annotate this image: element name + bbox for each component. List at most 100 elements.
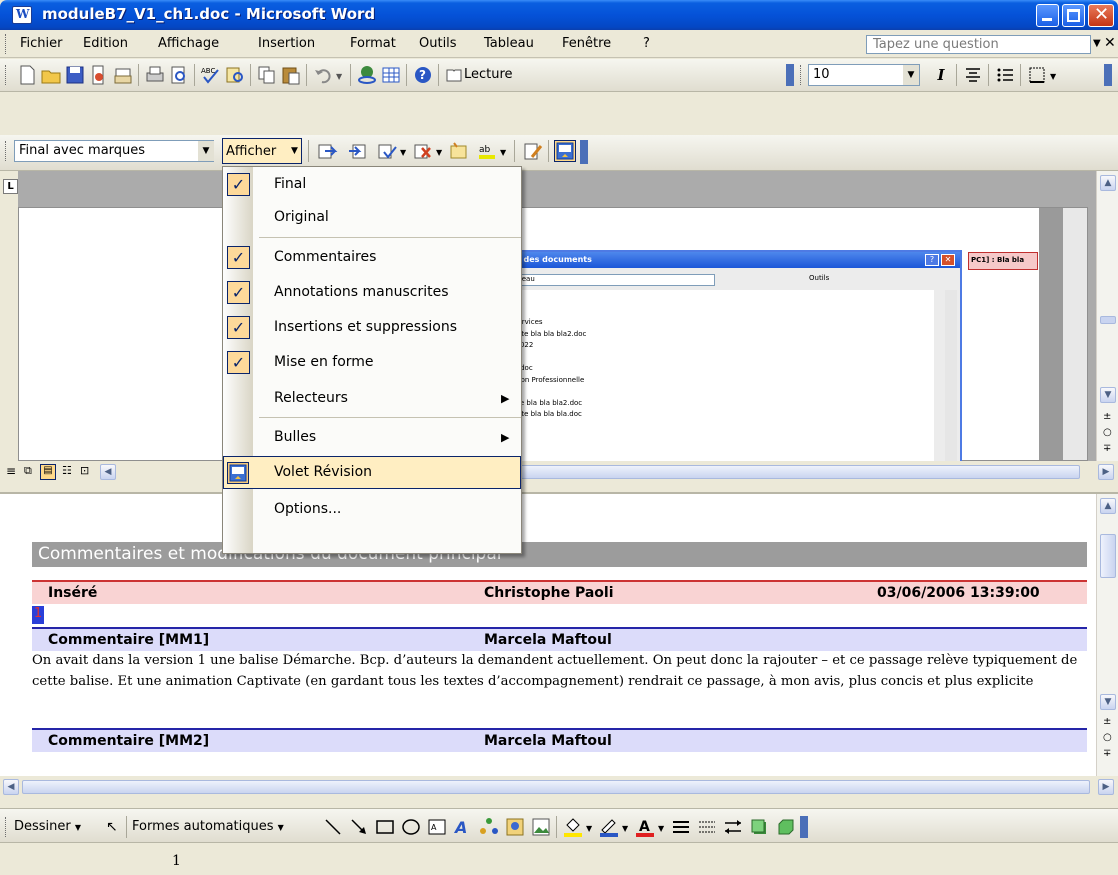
scroll-up-icon[interactable]: ▲ xyxy=(1100,175,1116,191)
line-color-icon[interactable] xyxy=(598,816,620,838)
afficher-menu-button[interactable]: Afficher ▼ xyxy=(222,138,302,164)
previous-change-icon[interactable] xyxy=(316,140,338,162)
line-style-icon[interactable] xyxy=(670,816,692,838)
inserted-marker[interactable]: 1 xyxy=(32,606,44,624)
scroll-down-icon[interactable]: ▼ xyxy=(1100,387,1116,403)
menu-item-insertions-suppressions[interactable]: ✓ Insertions et suppressions xyxy=(223,311,521,344)
help-icon[interactable]: ? xyxy=(412,64,434,86)
reading-view-icon[interactable]: ⊡ xyxy=(80,464,89,477)
undo-icon[interactable] xyxy=(312,64,334,86)
menu-item-bulles[interactable]: Bulles ▶ xyxy=(223,421,521,454)
reject-dropdown-icon[interactable]: ▼ xyxy=(436,148,442,157)
shadow-style-icon[interactable] xyxy=(748,816,770,838)
italic-icon[interactable]: I xyxy=(930,64,952,86)
print-icon[interactable] xyxy=(144,64,166,86)
next-change-icon[interactable] xyxy=(346,140,368,162)
toolbar-grip[interactable] xyxy=(5,141,8,161)
line-color-dropdown-icon[interactable]: ▼ xyxy=(622,824,628,833)
comment-balloon[interactable]: PC1] : Bla bla xyxy=(968,252,1038,270)
web-view-icon[interactable]: ⧉ xyxy=(24,464,32,478)
table-icon[interactable] xyxy=(380,64,402,86)
pane-scroll-thumb[interactable] xyxy=(1100,534,1116,578)
save-icon[interactable] xyxy=(64,64,86,86)
paste-icon[interactable] xyxy=(280,64,302,86)
menu-tableau[interactable]: Tableau xyxy=(484,36,534,51)
menu-insertion[interactable]: Insertion xyxy=(258,36,315,51)
menu-fichier[interactable]: Fichier xyxy=(20,36,63,51)
display-mode-combo[interactable]: Final avec marques xyxy=(14,140,214,162)
ask-dropdown-icon[interactable]: ▼ xyxy=(1093,38,1101,49)
email-icon[interactable] xyxy=(112,64,134,86)
next-page-icon[interactable]: ∓ xyxy=(1103,748,1111,759)
browse-object-icon[interactable]: ○ xyxy=(1103,427,1112,438)
menu-item-annotations-manuscrites[interactable]: ✓ Annotations manuscrites xyxy=(223,276,521,309)
accept-change-icon[interactable] xyxy=(376,140,398,162)
rectangle-icon[interactable] xyxy=(374,816,396,838)
toolbar-overflow-handle[interactable] xyxy=(580,140,588,164)
3d-style-icon[interactable] xyxy=(774,816,796,838)
minimize-button[interactable] xyxy=(1036,4,1059,27)
pane-hscroll-thumb[interactable] xyxy=(22,780,1090,794)
wordart-icon[interactable]: A xyxy=(452,816,474,838)
toolbar-overflow-handle[interactable] xyxy=(800,816,808,838)
comment-text[interactable]: On avait dans la version 1 une balise Dé… xyxy=(32,650,1090,692)
menu-item-mise-en-forme[interactable]: ✓ Mise en forme xyxy=(223,346,521,379)
menubar-grip[interactable] xyxy=(5,34,8,54)
highlight-icon[interactable]: ab xyxy=(476,140,498,162)
accept-dropdown-icon[interactable]: ▼ xyxy=(400,148,406,157)
toolbar-grip[interactable] xyxy=(800,65,803,85)
new-document-icon[interactable] xyxy=(16,64,38,86)
text-box-icon[interactable]: A xyxy=(426,816,448,838)
bullets-icon[interactable] xyxy=(994,64,1016,86)
word-app-icon[interactable] xyxy=(12,6,32,24)
copy-icon[interactable] xyxy=(256,64,278,86)
arrow-style-icon[interactable] xyxy=(722,816,744,838)
menu-edition[interactable]: Edition xyxy=(83,36,128,51)
fill-color-icon[interactable] xyxy=(562,816,584,838)
menu-fenetre[interactable]: Fenêtre xyxy=(562,36,611,51)
autoshapes-menu-button[interactable]: Formes automatiques ▼ xyxy=(132,819,284,834)
print-preview-icon[interactable] xyxy=(168,64,190,86)
line-icon[interactable] xyxy=(322,816,344,838)
menu-item-final[interactable]: ✓ Final xyxy=(223,168,521,201)
document-page[interactable]: n des documents ? ✕ reau Outils IN m Ser… xyxy=(18,207,1088,466)
permission-icon[interactable] xyxy=(88,64,110,86)
menu-item-relecteurs[interactable]: Relecteurs ▶ xyxy=(223,382,521,415)
previous-page-icon[interactable]: ± xyxy=(1103,411,1111,422)
lecture-button[interactable]: Lecture xyxy=(444,64,564,86)
scroll-down-icon[interactable]: ▼ xyxy=(1100,694,1116,710)
research-icon[interactable] xyxy=(224,64,246,86)
menu-item-original[interactable]: Original xyxy=(223,201,521,234)
font-size-dropdown-icon[interactable]: ▼ xyxy=(903,65,919,85)
dash-style-icon[interactable] xyxy=(696,816,718,838)
print-layout-view-icon[interactable]: ▤ xyxy=(40,464,56,480)
menu-format[interactable]: Format xyxy=(350,36,396,51)
pane-horizontal-scrollbar[interactable]: ◀ ▶ xyxy=(0,776,1118,798)
fill-color-dropdown-icon[interactable]: ▼ xyxy=(586,824,592,833)
scroll-left-icon[interactable]: ◀ xyxy=(3,779,19,795)
menu-help[interactable]: ? xyxy=(643,36,650,51)
normal-view-icon[interactable]: ≡ xyxy=(6,464,16,478)
revision-entry-comment-mm1[interactable]: Commentaire [MM1] Marcela Maftoul xyxy=(32,627,1087,651)
menu-item-volet-revision[interactable]: Volet Révision xyxy=(223,456,521,489)
hyperlink-icon[interactable] xyxy=(356,64,378,86)
menu-item-options[interactable]: Options... xyxy=(223,493,521,526)
clip-art-icon[interactable] xyxy=(504,816,526,838)
highlight-dropdown-icon[interactable]: ▼ xyxy=(500,148,506,157)
browse-object-icon[interactable]: ○ xyxy=(1103,732,1112,743)
revision-entry-comment-mm2[interactable]: Commentaire [MM2] Marcela Maftoul xyxy=(32,728,1087,752)
scroll-right-icon[interactable]: ▶ xyxy=(1098,779,1114,795)
insert-picture-icon[interactable] xyxy=(530,816,552,838)
arrow-icon[interactable] xyxy=(348,816,370,838)
pane-vertical-scrollbar[interactable]: ▲ ▼ ± ○ ∓ xyxy=(1096,494,1118,776)
toolbar-overflow-handle[interactable] xyxy=(1104,64,1112,86)
previous-page-icon[interactable]: ± xyxy=(1103,716,1111,727)
display-mode-dropdown-icon[interactable]: ▼ xyxy=(198,141,214,161)
revision-entry-inserted[interactable]: Inséré Christophe Paoli 03/06/2006 13:39… xyxy=(32,580,1087,604)
draw-menu-button[interactable]: Dessiner ▼ xyxy=(14,819,81,834)
scroll-up-icon[interactable]: ▲ xyxy=(1100,498,1116,514)
new-comment-icon[interactable] xyxy=(448,140,470,162)
menu-item-commentaires[interactable]: ✓ Commentaires xyxy=(223,241,521,274)
outline-view-icon[interactable]: ☷ xyxy=(62,464,72,477)
title-bar[interactable]: moduleB7_V1_ch1.doc - Microsoft Word ✕ xyxy=(0,0,1118,30)
